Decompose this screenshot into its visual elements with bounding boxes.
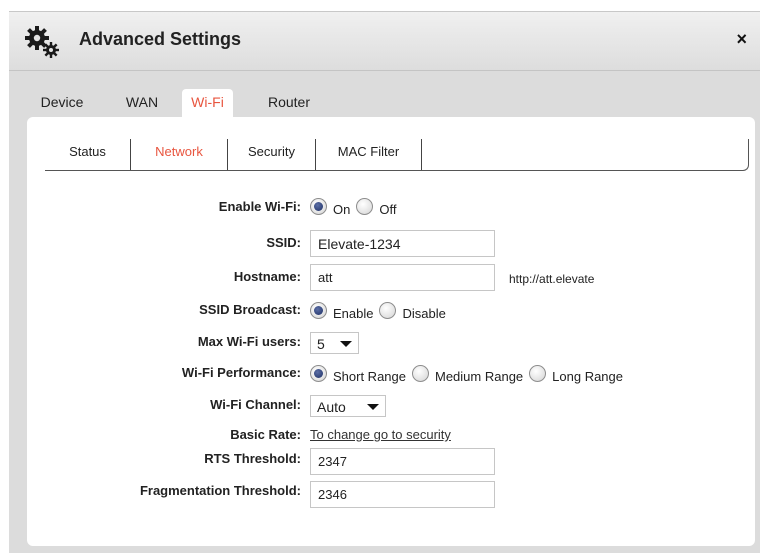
tab-router[interactable]: Router — [259, 89, 319, 119]
ssid-broadcast-disable-label: Disable — [402, 306, 446, 321]
chevron-down-icon — [340, 341, 352, 347]
gears-icon — [25, 26, 59, 58]
subtab-network[interactable]: Network — [131, 139, 228, 170]
enable-wifi-radio-group: On Off — [310, 198, 402, 217]
enable-wifi-off-radio[interactable] — [356, 198, 374, 215]
hostname-label: Hostname: — [233, 269, 301, 284]
performance-medium-radio[interactable] — [412, 365, 429, 382]
ssid-label: SSID: — [266, 235, 301, 250]
fragmentation-threshold-label: Fragmentation Threshold: — [139, 483, 301, 498]
max-users-label: Max Wi-Fi users: — [197, 334, 301, 349]
wifi-channel-value: Auto — [317, 399, 346, 415]
enable-wifi-on-radio[interactable] — [310, 198, 327, 215]
dialog-title: Advanced Settings — [79, 29, 242, 49]
chevron-down-icon — [367, 404, 379, 410]
wifi-channel-label: Wi-Fi Channel: — [210, 397, 301, 412]
max-users-value: 5 — [317, 336, 325, 352]
tab-wan[interactable]: WAN — [119, 89, 165, 119]
subtab-status[interactable]: Status — [45, 139, 131, 170]
rts-threshold-label: RTS Threshold: — [204, 451, 301, 466]
ssid-broadcast-enable-label: Enable — [333, 306, 374, 321]
performance-short-radio[interactable] — [310, 365, 327, 382]
wifi-performance-label: Wi-Fi Performance: — [181, 365, 301, 380]
basic-rate-label: Basic Rate: — [230, 427, 301, 442]
tab-device[interactable]: Device — [31, 89, 93, 119]
close-icon[interactable]: × — [736, 29, 747, 50]
fragmentation-threshold-input[interactable]: 2346 — [310, 481, 495, 508]
sub-tab-bar: Status Network Security MAC Filter — [45, 139, 749, 171]
change-security-link[interactable]: To change go to security — [310, 427, 451, 442]
subtab-security[interactable]: Security — [228, 139, 316, 170]
hostname-input[interactable]: att — [310, 264, 495, 291]
enable-wifi-off-label: Off — [379, 202, 397, 217]
performance-long-radio[interactable] — [529, 365, 547, 382]
performance-short-label: Short Range — [333, 369, 406, 384]
rts-threshold-input[interactable]: 2347 — [310, 448, 495, 475]
max-users-select[interactable]: 5 — [310, 332, 359, 354]
ssid-broadcast-label: SSID Broadcast: — [199, 302, 301, 317]
hostname-url: http://att.elevate — [509, 272, 595, 286]
wifi-channel-select[interactable]: Auto — [310, 395, 386, 417]
performance-medium-label: Medium Range — [435, 369, 524, 384]
advanced-settings-dialog: Advanced Settings × Device WAN Wi-Fi Rou… — [9, 11, 760, 553]
ssid-input[interactable]: Elevate-1234 — [310, 230, 495, 257]
enable-wifi-label: Enable Wi-Fi: — [218, 199, 301, 214]
wifi-performance-radio-group: Short Range Medium Range Long Range — [310, 365, 629, 384]
ssid-broadcast-radio-group: Enable Disable — [310, 302, 452, 321]
subtab-mac-filter[interactable]: MAC Filter — [316, 139, 422, 170]
ssid-broadcast-disable-radio[interactable] — [379, 302, 397, 319]
settings-panel: Status Network Security MAC Filter Enabl… — [27, 117, 755, 546]
enable-wifi-on-label: On — [333, 202, 351, 217]
performance-long-label: Long Range — [552, 369, 623, 384]
title-bar: Advanced Settings × — [9, 12, 760, 71]
ssid-broadcast-enable-radio[interactable] — [310, 302, 327, 319]
tab-wifi[interactable]: Wi-Fi — [182, 89, 233, 119]
